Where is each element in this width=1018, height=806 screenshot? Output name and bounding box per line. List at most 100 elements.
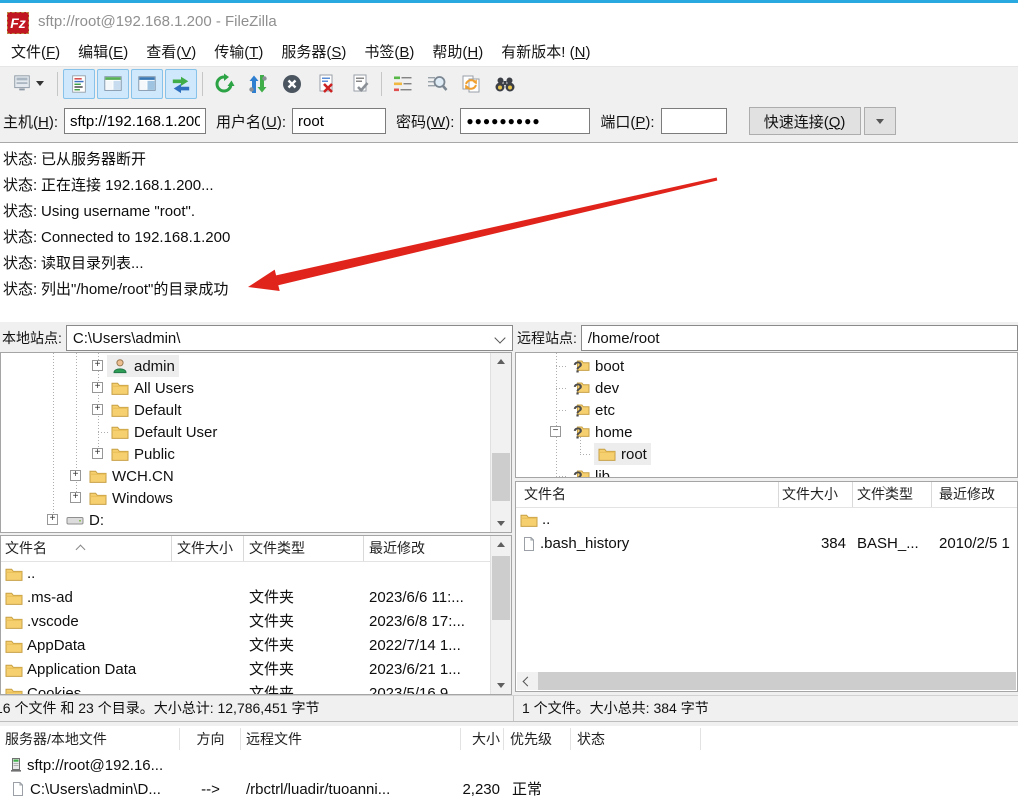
scroll-down-icon[interactable] [497, 683, 505, 688]
column-header-server-local-file[interactable]: 服务器/本地文件 [5, 726, 107, 752]
filter-button[interactable] [387, 69, 419, 99]
local-tree-scrollbar[interactable] [490, 353, 511, 532]
local-list-scrollbar[interactable] [490, 536, 511, 694]
tree-item-wch-cn[interactable]: + WCH.CN [1, 465, 511, 487]
tree-item-home[interactable]: − home [516, 421, 1017, 443]
remote-list-hscrollbar[interactable] [517, 672, 1016, 690]
column-header-priority[interactable]: 优先级 [510, 726, 552, 752]
column-divider[interactable] [778, 482, 779, 507]
expander-icon[interactable]: + [92, 448, 103, 459]
password-input[interactable] [460, 108, 590, 134]
tree-item-public[interactable]: + Public [1, 443, 511, 465]
tree-item-dev[interactable]: dev [516, 377, 1017, 399]
file-row-parent[interactable]: .. [516, 508, 1017, 532]
file-row-parent[interactable]: .. [1, 562, 511, 586]
file-row-appdata[interactable]: AppData 文件夹 2022/7/14 1... [1, 634, 511, 658]
toggle-remote-tree-button[interactable] [131, 69, 163, 99]
column-header-remote-file[interactable]: 远程文件 [246, 726, 302, 752]
column-divider[interactable] [240, 728, 241, 750]
menu-server[interactable]: 服务器(S) [272, 40, 355, 66]
site-manager-dropdown-icon[interactable] [36, 81, 44, 86]
toggle-local-tree-button[interactable] [97, 69, 129, 99]
column-divider[interactable] [570, 728, 571, 750]
column-header-filesize[interactable]: 文件大小 [177, 536, 233, 561]
check-transfers-button[interactable] [344, 69, 376, 99]
compare-directories-button[interactable] [421, 69, 453, 99]
column-divider[interactable] [931, 482, 932, 507]
filezilla-logo-icon: Fz [7, 12, 29, 34]
remote-site-combobox[interactable]: /home/root [581, 325, 1018, 351]
quickconnect-dropdown-button[interactable] [864, 107, 896, 135]
tree-item-lib[interactable]: lib [516, 465, 1017, 478]
tree-item-boot[interactable]: boot [516, 355, 1017, 377]
column-divider[interactable] [503, 728, 504, 750]
username-input[interactable] [292, 108, 386, 134]
menu-new-version[interactable]: 有新版本! (N) [492, 40, 599, 66]
column-header-direction[interactable]: 方向 [183, 726, 238, 752]
scroll-down-icon[interactable] [497, 521, 505, 526]
port-input[interactable] [661, 108, 727, 134]
tree-item-default[interactable]: + Default [1, 399, 511, 421]
queue-row-transfer[interactable]: C:\Users\admin\D... --> /rbctrl/luadir/t… [0, 778, 1018, 802]
scrollbar-thumb[interactable] [538, 672, 1016, 690]
cancel-button[interactable] [276, 69, 308, 99]
toggle-message-log-button[interactable] [63, 69, 95, 99]
file-row-bash-history[interactable]: .bash_history 384 BASH_... 2010/2/5 1 [516, 532, 1017, 556]
find-files-button[interactable] [489, 69, 521, 99]
tree-item-default-user[interactable]: Default User [1, 421, 511, 443]
quickconnect-button[interactable]: 快速连接(Q) [749, 107, 861, 135]
scrollbar-thumb[interactable] [492, 453, 510, 501]
file-row-vscode[interactable]: .vscode 文件夹 2023/6/8 17:... [1, 610, 511, 634]
column-divider[interactable] [852, 482, 853, 507]
tree-item-d-drive[interactable]: + D: [1, 509, 511, 531]
file-row-ms-ad[interactable]: .ms-ad 文件夹 2023/6/6 11:... [1, 586, 511, 610]
synchronized-browsing-button[interactable] [455, 69, 487, 99]
column-header-status[interactable]: 状态 [577, 726, 605, 752]
expander-icon[interactable]: + [47, 514, 58, 525]
tree-item-etc[interactable]: etc [516, 399, 1017, 421]
toggle-transfer-queue-button[interactable] [165, 69, 197, 99]
menu-file[interactable]: 文件(F) [2, 40, 69, 66]
menu-help[interactable]: 帮助(H) [423, 40, 492, 66]
menu-view[interactable]: 查看(V) [137, 40, 205, 66]
column-divider[interactable] [179, 728, 180, 750]
tree-item-admin[interactable]: + admin [1, 355, 511, 377]
column-divider[interactable] [243, 536, 244, 561]
menu-transfer[interactable]: 传输(T) [205, 40, 272, 66]
column-header-filetype[interactable]: 文件类型 [249, 536, 305, 561]
column-divider[interactable] [700, 728, 701, 750]
column-header-modified[interactable]: 最近修改 [369, 536, 425, 561]
scroll-left-button[interactable] [517, 672, 535, 690]
column-header-filename[interactable]: 文件名 [5, 536, 47, 561]
site-manager-button[interactable] [4, 69, 52, 99]
process-queue-button[interactable] [242, 69, 274, 99]
tree-item-root[interactable]: root [516, 443, 1017, 465]
file-row-application-data[interactable]: Application Data 文件夹 2023/6/21 1... [1, 658, 511, 682]
expander-icon[interactable]: + [92, 360, 103, 371]
column-header-filesize[interactable]: 文件大小 [782, 482, 838, 507]
scroll-up-icon[interactable] [497, 542, 505, 547]
expander-icon[interactable]: + [70, 470, 81, 481]
expander-icon[interactable]: + [92, 382, 103, 393]
remove-failed-transfers-button[interactable] [310, 69, 342, 99]
scroll-up-icon[interactable] [497, 359, 505, 364]
column-divider[interactable] [363, 536, 364, 561]
scrollbar-thumb[interactable] [492, 556, 510, 620]
column-header-filename[interactable]: 文件名 [524, 482, 566, 507]
file-row-cookies[interactable]: Cookies 文件夹 2023/5/16 9... [1, 682, 511, 695]
host-input[interactable] [64, 108, 206, 134]
combo-chevron-icon[interactable] [494, 332, 505, 343]
menu-bookmarks[interactable]: 书签(B) [355, 40, 423, 66]
expander-icon[interactable]: + [70, 492, 81, 503]
refresh-button[interactable] [208, 69, 240, 99]
tree-item-windows[interactable]: + Windows [1, 487, 511, 509]
expander-icon[interactable]: − [550, 426, 561, 437]
column-header-size[interactable]: 大小 [400, 726, 500, 752]
column-divider[interactable] [171, 536, 172, 561]
menu-edit[interactable]: 编辑(E) [69, 40, 137, 66]
expander-icon[interactable]: + [92, 404, 103, 415]
column-header-modified[interactable]: 最近修改 [939, 482, 995, 507]
queue-row-server[interactable]: sftp://root@192.16... [0, 754, 1018, 778]
tree-item-all-users[interactable]: + All Users [1, 377, 511, 399]
local-site-combobox[interactable]: C:\Users\admin\ [66, 325, 513, 351]
